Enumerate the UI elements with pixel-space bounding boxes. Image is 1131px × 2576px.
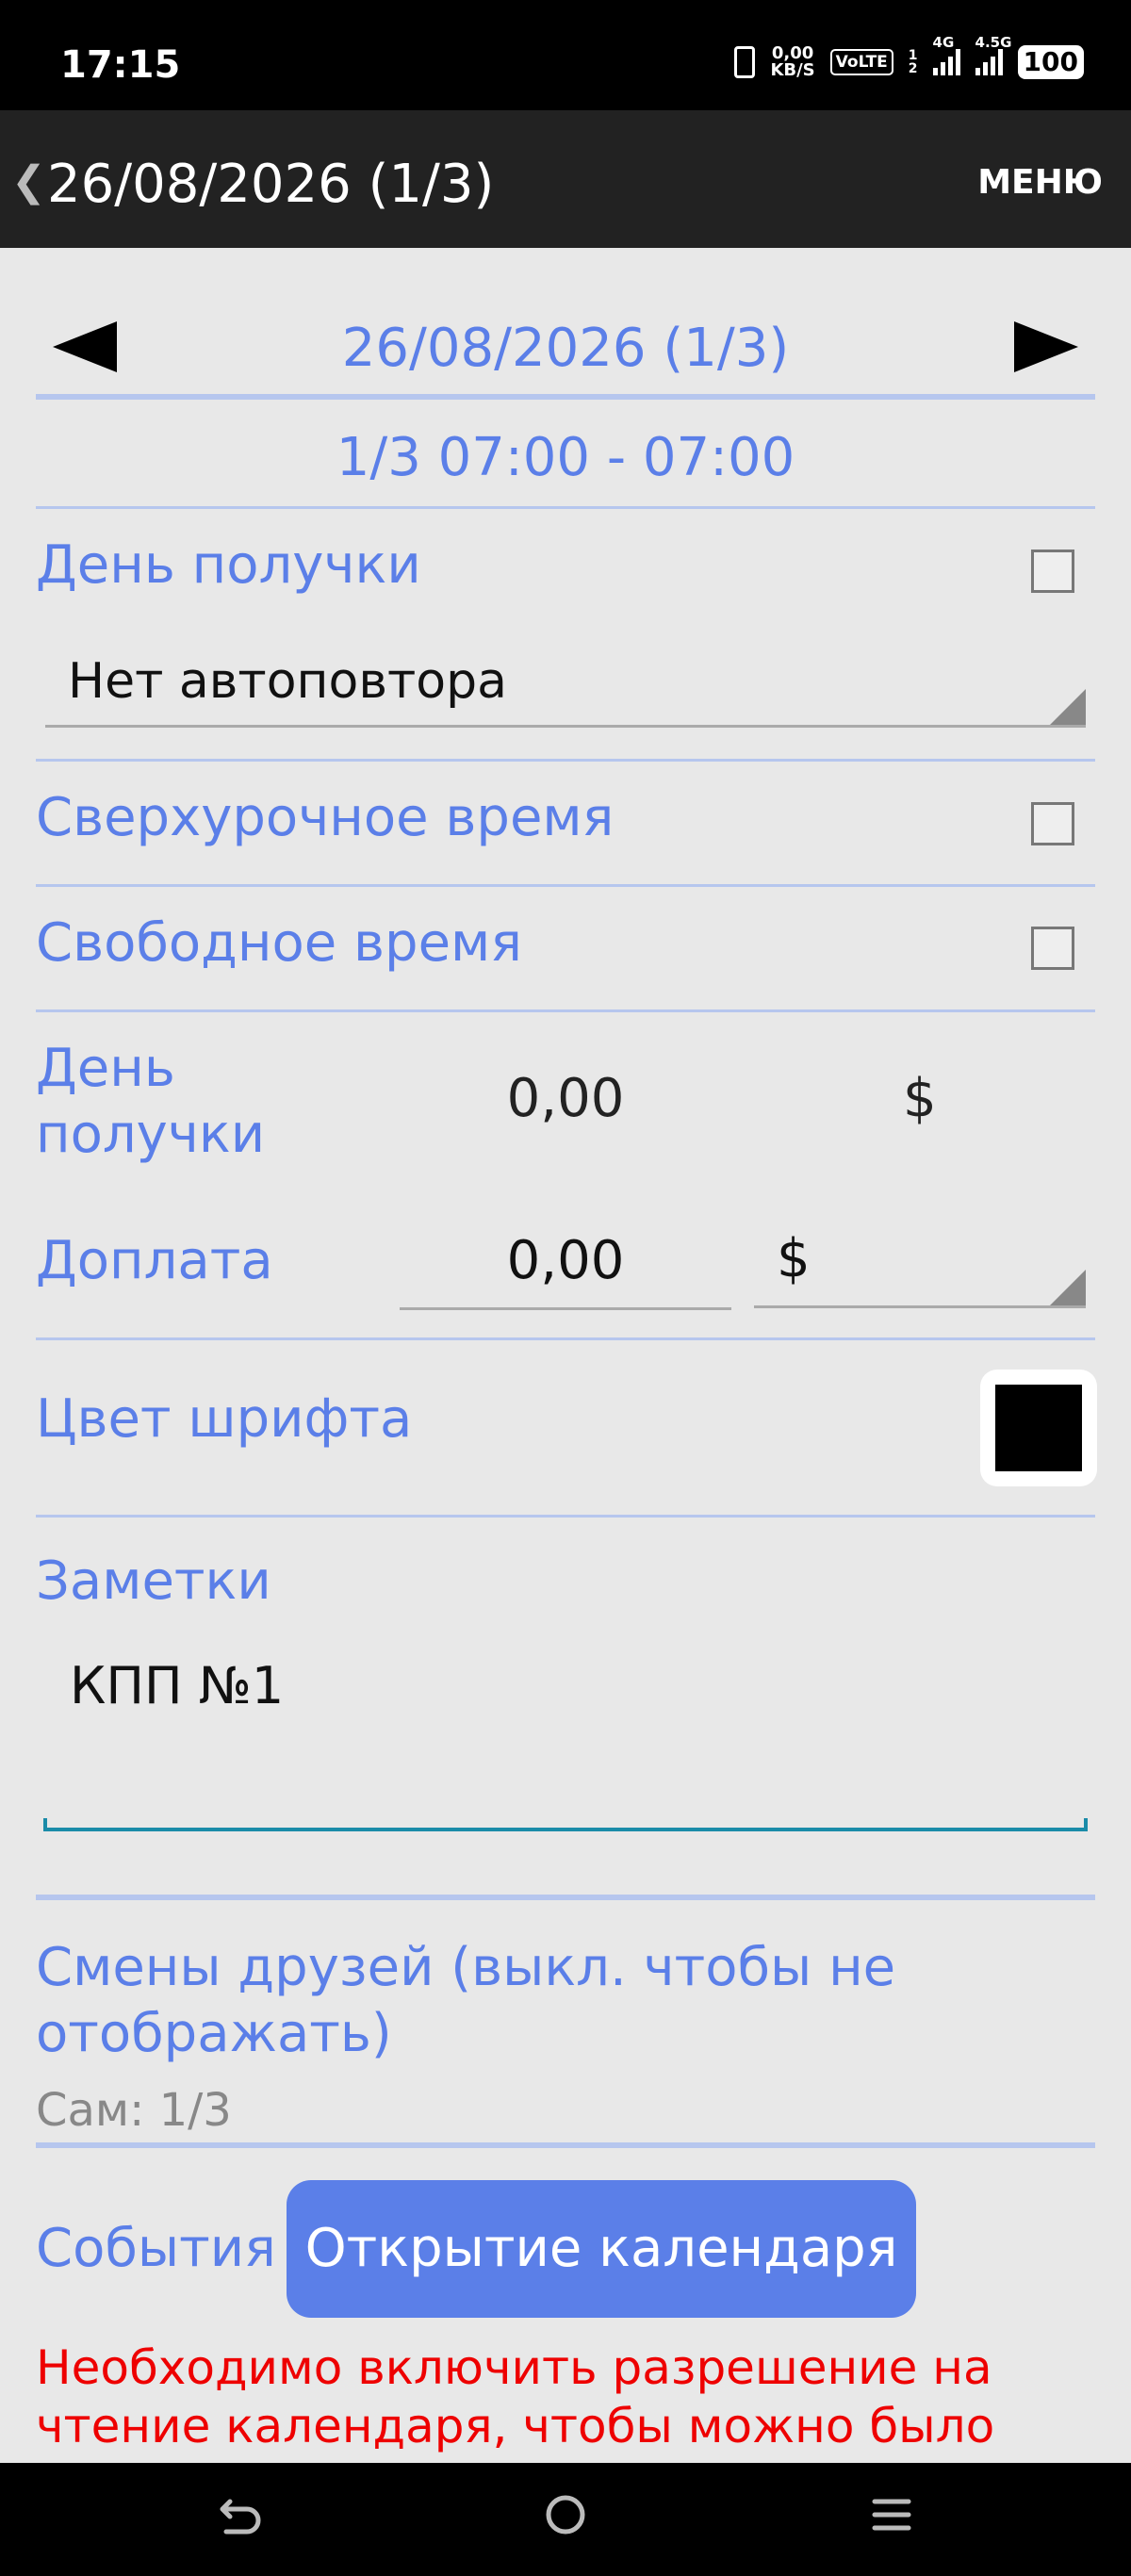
back-icon[interactable] bbox=[213, 2488, 266, 2541]
dropdown-arrow-icon bbox=[1050, 1270, 1086, 1305]
notes-underline-left-tick bbox=[43, 1818, 47, 1831]
network-type-2: 4.5G bbox=[975, 34, 1012, 51]
divider bbox=[36, 506, 1095, 509]
menu-button[interactable]: МЕНЮ bbox=[977, 163, 1103, 202]
payday-amount-value: 0,00 bbox=[506, 1068, 625, 1129]
next-day-icon[interactable] bbox=[1014, 321, 1078, 372]
bonus-amount-value: 0,00 bbox=[506, 1230, 625, 1291]
notes-label: Заметки bbox=[36, 1551, 271, 1612]
sim-bottom: 2 bbox=[908, 61, 918, 76]
divider bbox=[36, 884, 1095, 887]
page-title[interactable]: 26/08/2026 (1/3) bbox=[47, 154, 494, 215]
payday-amount-label: День получки bbox=[36, 1036, 265, 1168]
notes-text: КПП №1 bbox=[70, 1656, 285, 1715]
sim-indicator: 1 2 bbox=[909, 49, 918, 75]
divider bbox=[36, 2142, 1095, 2148]
font-color-swatch-fill bbox=[995, 1385, 1082, 1471]
notes-underline bbox=[43, 1828, 1088, 1831]
divider bbox=[36, 759, 1095, 762]
open-calendar-button[interactable]: Открытие календаря bbox=[287, 2180, 916, 2318]
shift-editor: 26/08/2026 (1/3) 1/3 07:00 - 07:00 День … bbox=[0, 248, 1131, 2463]
payday-amount-label-line2: получки bbox=[36, 1104, 266, 1165]
signal-2: 4.5G bbox=[975, 34, 1011, 75]
friends-label-line1: Смены друзей (выкл. чтобы не bbox=[36, 1937, 896, 1998]
font-color-label: Цвет шрифта bbox=[36, 1388, 413, 1450]
repeat-select-value: Нет автоповтора bbox=[68, 653, 507, 710]
error-line1: Необходимо включить разрешение на bbox=[36, 2340, 992, 2395]
shift-time[interactable]: 1/3 07:00 - 07:00 bbox=[0, 427, 1131, 488]
payday-currency: $ bbox=[903, 1068, 937, 1129]
divider bbox=[36, 1895, 1095, 1900]
overtime-label: Сверхурочное время bbox=[36, 787, 615, 848]
error-line2: чтение календаря, чтобы можно было bbox=[36, 2399, 995, 2453]
divider bbox=[36, 1515, 1095, 1518]
repeat-select[interactable]: Нет автоповтора bbox=[45, 653, 1086, 729]
bonus-label: Доплата bbox=[36, 1230, 273, 1291]
current-date[interactable]: 26/08/2026 (1/3) bbox=[0, 318, 1131, 379]
notes-textarea[interactable]: КПП №1 bbox=[43, 1643, 1088, 1831]
signal-bars-1-icon bbox=[932, 49, 960, 75]
divider bbox=[36, 394, 1095, 400]
battery-icon: 100 bbox=[1017, 45, 1084, 79]
vibrate-icon bbox=[734, 46, 756, 78]
dropdown-arrow-icon bbox=[1050, 689, 1086, 725]
back-chevron-icon[interactable]: ❮ bbox=[11, 157, 46, 205]
bonus-currency-underline bbox=[754, 1305, 1086, 1308]
friends-shifts-label[interactable]: Смены друзей (выкл. чтобы не отображать) bbox=[36, 1935, 895, 2067]
signal-bars-2-icon bbox=[975, 49, 1003, 75]
divider bbox=[36, 1337, 1095, 1340]
bonus-amount-input[interactable]: 0,00 bbox=[400, 1219, 731, 1313]
volte-badge: VoLTE bbox=[829, 49, 893, 75]
friends-self-status: Сам: 1/3 bbox=[36, 2084, 232, 2137]
repeat-select-underline bbox=[45, 725, 1086, 728]
status-bar: 17:15 0,00 KB/S VoLTE 1 2 4G 4.5G 100 bbox=[0, 0, 1131, 110]
menu-icon[interactable] bbox=[865, 2488, 918, 2541]
signal-1: 4G bbox=[932, 34, 960, 75]
app-bar: ❮ 26/08/2026 (1/3) МЕНЮ bbox=[0, 110, 1131, 248]
free-time-checkbox[interactable] bbox=[1031, 927, 1074, 970]
payday-label: День получки bbox=[36, 534, 421, 596]
system-nav-bar bbox=[0, 2463, 1131, 2576]
notes-underline-right-tick bbox=[1084, 1818, 1088, 1831]
calendar-permission-error: Необходимо включить разрешение на чтение… bbox=[36, 2338, 1101, 2455]
clock: 17:15 bbox=[60, 43, 181, 87]
bonus-currency-select[interactable]: $ bbox=[754, 1219, 1086, 1313]
font-color-swatch[interactable] bbox=[980, 1370, 1097, 1486]
free-time-label: Свободное время bbox=[36, 912, 522, 974]
payday-amount-label-line1: День bbox=[36, 1038, 175, 1099]
payday-checkbox[interactable] bbox=[1031, 550, 1074, 593]
events-label: События bbox=[36, 2218, 276, 2279]
net-speed-unit: KB/S bbox=[770, 60, 815, 80]
home-icon[interactable] bbox=[539, 2488, 592, 2541]
net-speed: 0,00 KB/S bbox=[770, 45, 814, 79]
network-type-1: 4G bbox=[932, 34, 955, 51]
friends-label-line2: отображать) bbox=[36, 2003, 392, 2064]
bonus-currency-value: $ bbox=[777, 1228, 811, 1289]
overtime-checkbox[interactable] bbox=[1031, 802, 1074, 845]
bonus-amount-underline bbox=[400, 1307, 731, 1310]
status-icons: 0,00 KB/S VoLTE 1 2 4G 4.5G 100 bbox=[734, 34, 1084, 79]
divider bbox=[36, 1009, 1095, 1012]
